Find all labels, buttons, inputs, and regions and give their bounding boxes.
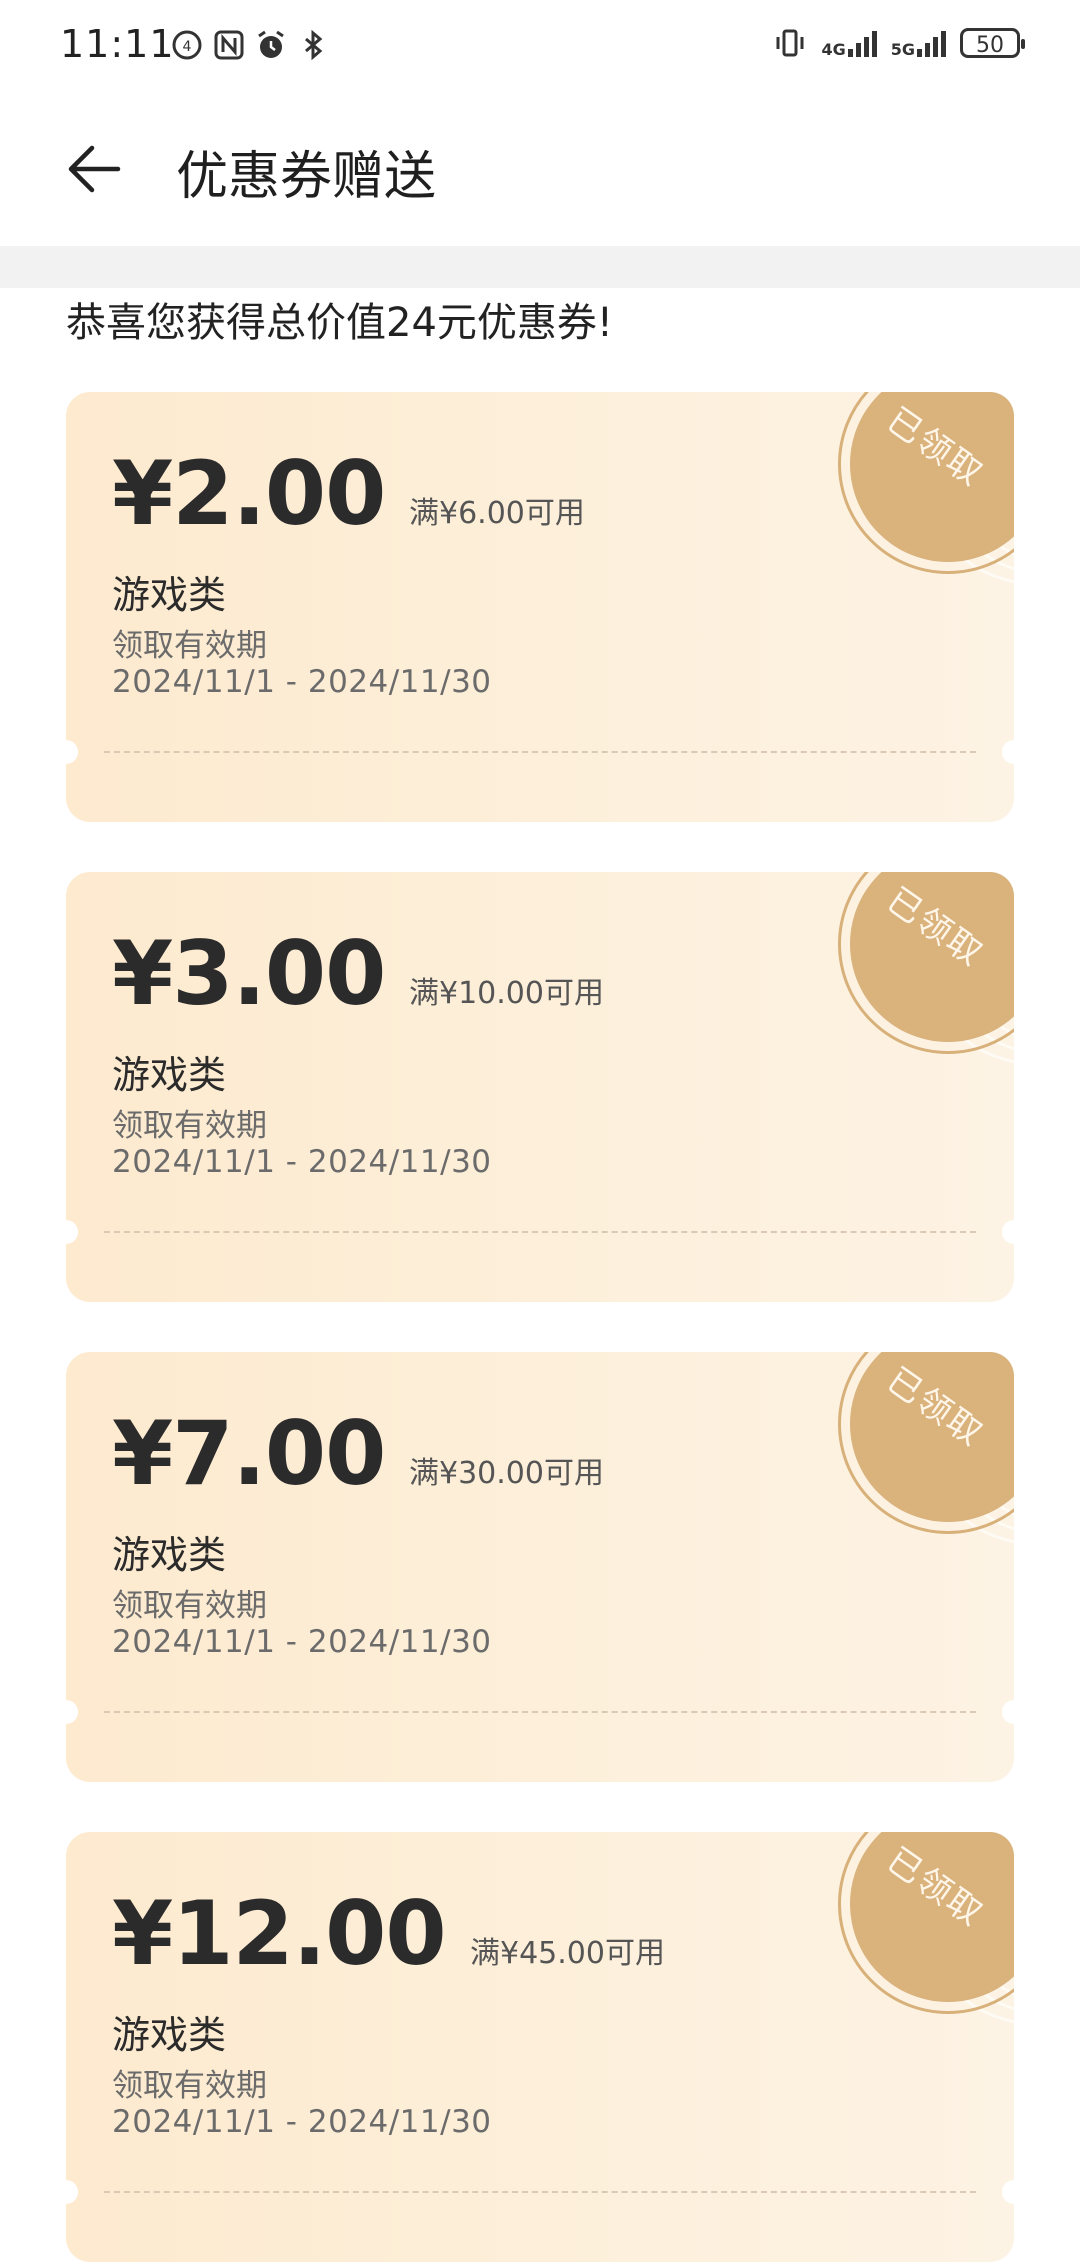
data-saver-icon: 4 — [172, 30, 202, 60]
coupon-card[interactable]: ¥2.00 满¥6.00可用 游戏类 领取有效期 2024/11/1 - 202… — [66, 392, 1014, 822]
header-divider — [0, 246, 1080, 288]
coupon-card[interactable]: ¥12.00 满¥45.00可用 游戏类 领取有效期 2024/11/1 - 2… — [66, 1832, 1014, 2262]
coupon-notch-right — [1002, 1220, 1014, 1244]
coupon-validity-label: 领取有效期 — [112, 1108, 267, 1144]
coupon-validity-range: 2024/11/1 - 2024/11/30 — [112, 664, 492, 700]
coupon-divider — [104, 2191, 976, 2193]
coupon-category: 游戏类 — [112, 1533, 227, 1577]
battery-icon: 50 — [960, 28, 1025, 58]
signal-5g: 5G — [890, 29, 946, 59]
coupon-validity-label: 领取有效期 — [112, 1588, 267, 1624]
claimed-stamp: 已领取 — [838, 1832, 1014, 2024]
claimed-stamp: 已领取 — [838, 392, 1014, 584]
coupon-divider — [104, 1711, 976, 1713]
nfc-icon — [214, 30, 244, 60]
coupon-validity-label: 领取有效期 — [112, 2068, 267, 2104]
coupon-threshold: 满¥45.00可用 — [470, 1936, 665, 1971]
coupon-notch-left — [66, 2180, 78, 2204]
coupon-notch-left — [66, 740, 78, 764]
coupon-notch-left — [66, 1700, 78, 1724]
status-left-icons: 4 — [170, 28, 330, 62]
coupon-category: 游戏类 — [112, 1053, 227, 1097]
status-bar: 11:11 4 4G 5G 50 — [0, 0, 1080, 90]
svg-text:4: 4 — [183, 39, 192, 55]
coupon-notch-right — [1002, 2180, 1014, 2204]
coupon-amount: ¥2.00 — [112, 442, 386, 545]
coupon-amount: ¥3.00 — [112, 922, 386, 1025]
vibrate-icon — [776, 29, 804, 57]
back-button[interactable] — [58, 134, 128, 204]
coupon-amount: ¥12.00 — [112, 1882, 447, 1985]
app-bar: 优惠券赠送 — [0, 90, 1080, 246]
coupon-validity-range: 2024/11/1 - 2024/11/30 — [112, 1144, 492, 1180]
coupon-threshold: 满¥30.00可用 — [409, 1456, 604, 1491]
signal-4g: 4G — [821, 29, 877, 59]
coupon-notch-left — [66, 1220, 78, 1244]
back-arrow-icon — [68, 145, 121, 193]
claimed-stamp: 已领取 — [838, 872, 1014, 1064]
coupon-validity-range: 2024/11/1 - 2024/11/30 — [112, 1624, 492, 1660]
coupon-threshold: 满¥10.00可用 — [409, 976, 604, 1011]
coupon-validity-range: 2024/11/1 - 2024/11/30 — [112, 2104, 492, 2140]
page-title: 优惠券赠送 — [176, 147, 437, 207]
alarm-icon — [258, 30, 284, 58]
claimed-stamp: 已领取 — [838, 1352, 1014, 1544]
coupon-category: 游戏类 — [112, 2013, 227, 2057]
summary-text: 恭喜您获得总价值24元优惠券! — [66, 300, 613, 346]
signal-icon — [917, 29, 946, 57]
coupon-card[interactable]: ¥3.00 满¥10.00可用 游戏类 领取有效期 2024/11/1 - 20… — [66, 872, 1014, 1302]
status-time: 11:11 — [60, 22, 175, 66]
net-5g-label: 5G — [890, 40, 915, 59]
coupon-card[interactable]: ¥7.00 满¥30.00可用 游戏类 领取有效期 2024/11/1 - 20… — [66, 1352, 1014, 1782]
coupon-notch-right — [1002, 1700, 1014, 1724]
coupon-amount: ¥7.00 — [112, 1402, 386, 1505]
bluetooth-icon — [305, 29, 323, 61]
net-4g-label: 4G — [821, 40, 846, 59]
coupon-divider — [104, 751, 976, 753]
coupon-threshold: 满¥6.00可用 — [409, 496, 585, 531]
coupon-divider — [104, 1231, 976, 1233]
signal-icon — [847, 29, 877, 57]
coupon-notch-right — [1002, 740, 1014, 764]
status-right-icons: 4G 5G 50 — [773, 26, 1025, 60]
coupon-category: 游戏类 — [112, 573, 227, 617]
coupon-validity-label: 领取有效期 — [112, 628, 267, 664]
